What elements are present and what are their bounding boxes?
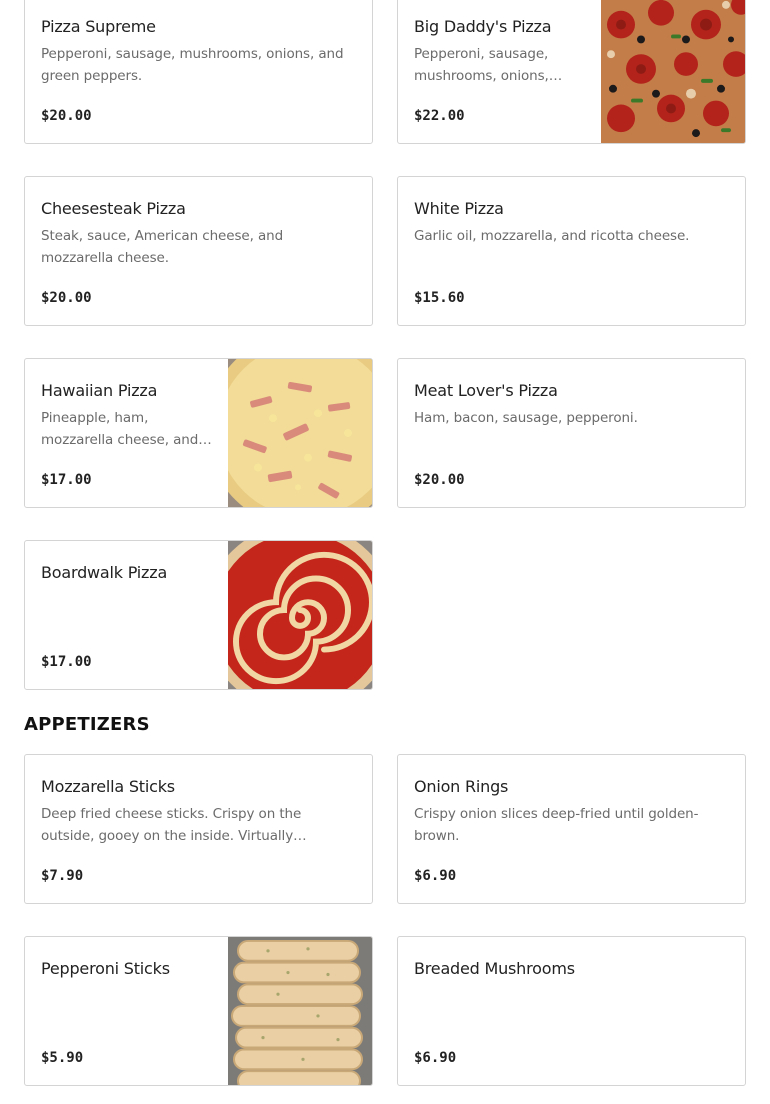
menu-item-description: Pepperoni, sausage, mushrooms, onions, g… bbox=[414, 46, 549, 84]
menu-item-name: Pizza Supreme bbox=[41, 17, 156, 36]
menu-item-price: $17.00 bbox=[41, 654, 92, 670]
menu-item-name: Mozzarella Sticks bbox=[41, 777, 175, 796]
menu-item-name: White Pizza bbox=[414, 199, 504, 218]
menu-item-name: Big Daddy's Pizza bbox=[414, 17, 552, 36]
menu-item-price: $20.00 bbox=[414, 472, 465, 488]
menu-item-card[interactable]: Pizza Supreme Pepperoni, sausage, mushro… bbox=[24, 0, 373, 144]
menu-item-body: Pepperoni Sticks $5.90 bbox=[41, 959, 212, 1071]
menu-item-price: $20.00 bbox=[41, 290, 92, 306]
menu-item-body: White Pizza Garlic oil, mozzarella, and … bbox=[414, 199, 729, 311]
menu-item-price: $17.00 bbox=[41, 472, 92, 488]
menu-item-body: Onion Rings Crispy onion slices deep-fri… bbox=[414, 777, 729, 889]
menu-item-card[interactable]: Breaded Mushrooms $6.90 bbox=[397, 936, 746, 1086]
menu-item-description: Crispy onion slices deep-fried until gol… bbox=[414, 806, 699, 844]
menu-item-card[interactable]: Hawaiian Pizza Pineapple, ham, mozzarell… bbox=[24, 358, 373, 508]
menu-item-body: Hawaiian Pizza Pineapple, ham, mozzarell… bbox=[41, 381, 212, 493]
menu-item-body: Mozzarella Sticks Deep fried cheese stic… bbox=[41, 777, 356, 889]
menu-item-description: Ham, bacon, sausage, pepperoni. bbox=[414, 410, 638, 426]
menu-item-body: Meat Lover's Pizza Ham, bacon, sausage, … bbox=[414, 381, 729, 493]
menu-item-card[interactable]: Boardwalk Pizza $17.00 bbox=[24, 540, 373, 690]
menu-item-description: Pineapple, ham, mozzarella cheese, and s… bbox=[41, 410, 199, 448]
menu-item-description: Steak, sauce, American cheese, and mozza… bbox=[41, 228, 284, 266]
menu-item-name: Meat Lover's Pizza bbox=[414, 381, 558, 400]
menu-item-name: Cheesesteak Pizza bbox=[41, 199, 186, 218]
section-title-appetizers: APPETIZERS bbox=[24, 714, 150, 735]
menu-item-card[interactable]: Big Daddy's Pizza Pepperoni, sausage, mu… bbox=[397, 0, 746, 144]
menu-item-price: $7.90 bbox=[41, 868, 84, 884]
menu-item-card[interactable]: Cheesesteak Pizza Steak, sauce, American… bbox=[24, 176, 373, 326]
menu-item-price: $15.60 bbox=[414, 290, 465, 306]
menu-item-description: Pepperoni, sausage, mushrooms, onions, a… bbox=[41, 46, 344, 84]
menu-item-card[interactable]: Meat Lover's Pizza Ham, bacon, sausage, … bbox=[397, 358, 746, 508]
menu-item-name: Breaded Mushrooms bbox=[414, 959, 575, 978]
pizza-menu-grid: Pizza Supreme Pepperoni, sausage, mushro… bbox=[24, 0, 746, 690]
boardwalk-pizza-photo bbox=[228, 541, 372, 689]
menu-item-name: Pepperoni Sticks bbox=[41, 959, 170, 978]
hawaiian-pizza-photo bbox=[228, 359, 372, 507]
menu-item-body: Boardwalk Pizza $17.00 bbox=[41, 563, 212, 675]
menu-item-name: Hawaiian Pizza bbox=[41, 381, 158, 400]
menu-item-body: Cheesesteak Pizza Steak, sauce, American… bbox=[41, 199, 356, 311]
menu-item-price: $20.00 bbox=[41, 108, 92, 124]
menu-item-price: $6.90 bbox=[414, 1050, 457, 1066]
appetizers-menu-grid: Mozzarella Sticks Deep fried cheese stic… bbox=[24, 754, 746, 1086]
menu-item-body: Breaded Mushrooms $6.90 bbox=[414, 959, 729, 1071]
menu-item-body: Pizza Supreme Pepperoni, sausage, mushro… bbox=[41, 17, 356, 129]
pepperoni-sticks-photo bbox=[228, 937, 372, 1085]
big-daddys-pizza-photo bbox=[601, 0, 745, 143]
menu-item-card[interactable]: Onion Rings Crispy onion slices deep-fri… bbox=[397, 754, 746, 904]
menu-item-name: Onion Rings bbox=[414, 777, 509, 796]
menu-item-card[interactable]: White Pizza Garlic oil, mozzarella, and … bbox=[397, 176, 746, 326]
menu-item-body: Big Daddy's Pizza Pepperoni, sausage, mu… bbox=[414, 17, 585, 129]
menu-item-card[interactable]: Mozzarella Sticks Deep fried cheese stic… bbox=[24, 754, 373, 904]
menu-item-price: $6.90 bbox=[414, 868, 457, 884]
menu-item-description: Garlic oil, mozzarella, and ricotta chee… bbox=[414, 228, 690, 244]
menu-item-name: Boardwalk Pizza bbox=[41, 563, 168, 582]
menu-item-description: Deep fried cheese sticks. Crispy on the … bbox=[41, 806, 302, 844]
menu-item-card[interactable]: Pepperoni Sticks $5.90 bbox=[24, 936, 373, 1086]
menu-item-price: $22.00 bbox=[414, 108, 465, 124]
menu-item-price: $5.90 bbox=[41, 1050, 84, 1066]
